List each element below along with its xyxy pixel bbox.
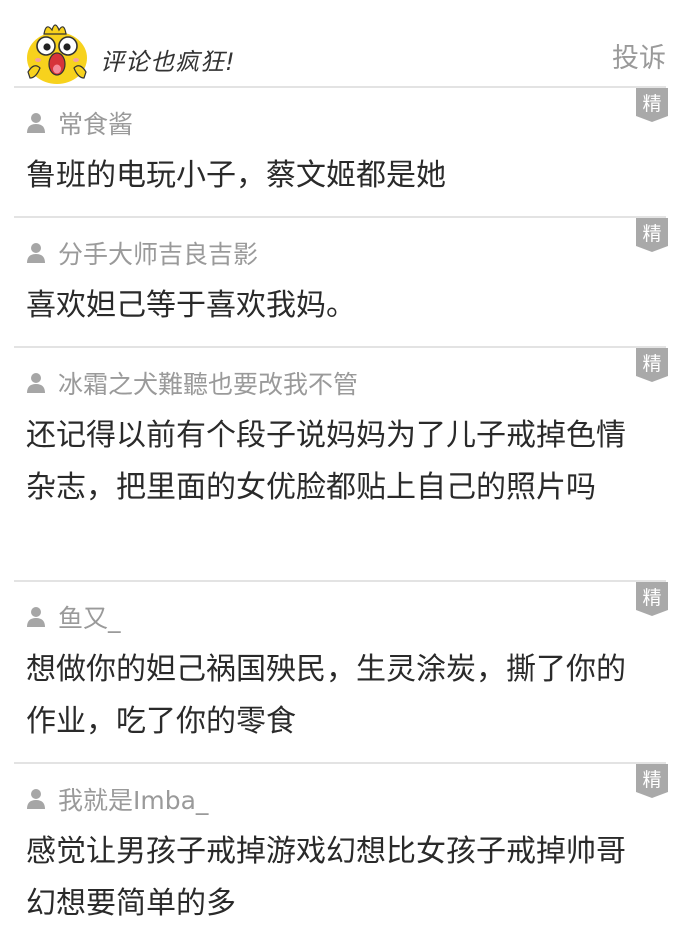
mascot-chick-icon: [27, 24, 87, 84]
featured-badge-label: 精: [642, 93, 661, 115]
comment-item: 精 常食酱 鲁班的电玩小子，蔡文姬都是她: [14, 86, 668, 216]
featured-badge: 精: [636, 764, 668, 798]
comment-text: 还记得以前有个段子说妈妈为了儿子戒掉色情杂志，把里面的女优脸都贴上自己的照片吗: [26, 418, 626, 505]
featured-badge-label: 精: [642, 353, 661, 375]
header-title: 评论也疯狂!: [100, 48, 236, 76]
user-icon: [27, 373, 45, 393]
comment-item: 精 分手大师吉良吉影 喜欢妲己等于喜欢我妈。: [14, 216, 668, 346]
featured-badge-label: 精: [642, 587, 661, 609]
user-icon: [27, 243, 45, 263]
comment-username[interactable]: 分手大师吉良吉影: [58, 235, 258, 271]
comment-username[interactable]: 常食酱: [58, 105, 133, 141]
report-button[interactable]: 投诉: [612, 36, 666, 75]
featured-badge-label: 精: [642, 223, 661, 245]
featured-badge: 精: [636, 88, 668, 122]
comment-text: 鲁班的电玩小子，蔡文姬都是她: [26, 158, 446, 193]
comment-username[interactable]: 我就是Imba_: [58, 781, 208, 817]
comment-username[interactable]: 鱼又_: [58, 599, 121, 635]
comment-text: 喜欢妲己等于喜欢我妈。: [26, 288, 356, 323]
comment-text: 想做你的妲己祸国殃民，生灵涂炭，撕了你的作业，吃了你的零食: [26, 652, 626, 739]
featured-badge-label: 精: [642, 769, 661, 791]
comment-user-row: 冰霜之犬難聽也要改我不管: [26, 366, 358, 400]
user-icon: [27, 607, 45, 627]
comment-item: 精 鱼又_ 想做你的妲己祸国殃民，生灵涂炭，撕了你的作业，吃了你的零食: [14, 580, 668, 762]
comment-item: 精 冰霜之犬難聽也要改我不管 还记得以前有个段子说妈妈为了儿子戒掉色情杂志，把里…: [14, 346, 668, 580]
comment-user-row: 我就是Imba_: [26, 782, 208, 816]
comment-user-row: 常食酱: [26, 106, 133, 140]
featured-badge: 精: [636, 218, 668, 252]
featured-badge: 精: [636, 582, 668, 616]
page-header: 评论也疯狂! 投诉: [0, 0, 680, 86]
comment-user-row: 分手大师吉良吉影: [26, 236, 258, 270]
comment-text: 感觉让男孩子戒掉游戏幻想比女孩子戒掉帅哥幻想要简单的多: [26, 834, 626, 921]
comment-item: 精 我就是Imba_ 感觉让男孩子戒掉游戏幻想比女孩子戒掉帅哥幻想要简单的多: [14, 762, 668, 935]
featured-badge: 精: [636, 348, 668, 382]
comment-user-row: 鱼又_: [26, 600, 121, 634]
user-icon: [27, 789, 45, 809]
comment-username[interactable]: 冰霜之犬難聽也要改我不管: [58, 365, 358, 401]
user-icon: [27, 113, 45, 133]
